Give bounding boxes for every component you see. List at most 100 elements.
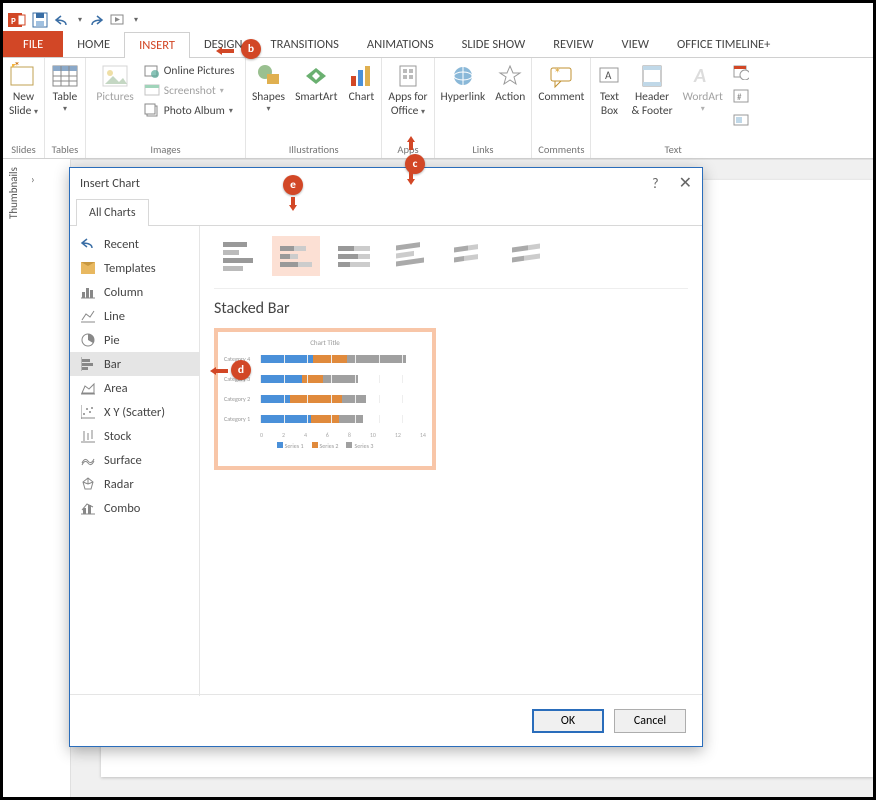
- line-icon: [80, 308, 96, 324]
- nav-radar[interactable]: Radar: [70, 472, 199, 496]
- save-icon[interactable]: [32, 12, 48, 28]
- table-label: Table: [53, 90, 78, 104]
- photo-album-label: Photo Album: [164, 104, 225, 118]
- pictures-label: Pictures: [96, 91, 133, 104]
- nav-line[interactable]: Line: [70, 304, 199, 328]
- callout-c-arrow-down: [405, 171, 417, 185]
- redo-icon[interactable]: [88, 13, 104, 27]
- tab-animations[interactable]: ANIMATIONS: [353, 31, 448, 57]
- table-button[interactable]: Table ▾: [51, 62, 79, 113]
- tab-home[interactable]: HOME: [63, 31, 124, 57]
- scatter-icon: [80, 404, 96, 420]
- subtype-100-stacked-bar[interactable]: [330, 236, 378, 276]
- tab-insert[interactable]: INSERT: [124, 32, 190, 58]
- nav-stock-label: Stock: [104, 429, 131, 444]
- subtype-3d-stacked-bar[interactable]: [446, 236, 494, 276]
- help-icon[interactable]: ?: [652, 175, 659, 192]
- powerpoint-icon: P: [8, 11, 26, 29]
- subtype-clustered-bar[interactable]: [214, 236, 262, 276]
- subtype-stacked-bar[interactable]: [272, 236, 320, 276]
- start-from-beginning-icon[interactable]: [110, 13, 128, 27]
- nav-bar[interactable]: Bar: [70, 352, 199, 376]
- surface-icon: [80, 452, 96, 468]
- svg-text:A: A: [605, 69, 612, 82]
- hyperlink-icon: [449, 62, 477, 90]
- object-icon[interactable]: [733, 112, 749, 133]
- screenshot-icon: [144, 83, 160, 99]
- smartart-label: SmartArt: [295, 91, 337, 104]
- comment-button[interactable]: ✶Comment: [538, 62, 584, 104]
- nav-templates-label: Templates: [104, 261, 156, 276]
- online-pictures-icon: [144, 63, 160, 79]
- nav-area[interactable]: Area: [70, 376, 199, 400]
- recent-icon: [80, 236, 96, 252]
- bar-icon: [80, 356, 96, 372]
- nav-stock[interactable]: Stock: [70, 424, 199, 448]
- header-footer-button[interactable]: Header& Footer: [631, 62, 672, 117]
- nav-xy[interactable]: X Y (Scatter): [70, 400, 199, 424]
- textbox-button[interactable]: ATextBox: [597, 62, 621, 117]
- hyperlink-label: Hyperlink: [441, 91, 486, 104]
- smartart-icon: [302, 62, 330, 90]
- tab-office-timeline[interactable]: OFFICE TIMELINE+: [663, 31, 784, 57]
- nav-combo[interactable]: Combo: [70, 496, 199, 520]
- quick-access-toolbar: P ▾ ▾: [3, 3, 873, 31]
- hyperlink-button[interactable]: Hyperlink: [441, 62, 486, 104]
- ribbon-tabs: FILE HOME INSERT DESIGN TRANSITIONS ANIM…: [3, 31, 873, 57]
- wordart-icon: A: [691, 62, 715, 90]
- group-illustrations-label: Illustrations: [289, 141, 339, 156]
- smartart-button[interactable]: SmartArt: [295, 62, 337, 104]
- dialog-footer: OK Cancel: [70, 694, 702, 746]
- nav-column-label: Column: [104, 285, 143, 300]
- apps-button[interactable]: Apps forOffice ▾: [388, 62, 427, 117]
- textbox-l1: Text: [600, 91, 619, 104]
- new-slide-label2: Slide: [9, 104, 31, 118]
- action-icon: [496, 62, 524, 90]
- screenshot-button[interactable]: Screenshot ▾: [144, 82, 235, 100]
- tab-slideshow[interactable]: SLIDE SHOW: [448, 31, 540, 57]
- shapes-button[interactable]: Shapes▾: [252, 62, 285, 113]
- chart-button[interactable]: Chart: [347, 62, 375, 104]
- tab-review[interactable]: REVIEW: [539, 31, 607, 57]
- thumbnails-expand-icon[interactable]: ›: [31, 173, 35, 186]
- screenshot-label: Screenshot: [164, 84, 216, 98]
- nav-recent[interactable]: Recent: [70, 232, 199, 256]
- online-pictures-label: Online Pictures: [164, 64, 235, 78]
- wordart-button[interactable]: AWordArt▾: [683, 62, 723, 113]
- apps-l1: Apps for: [388, 91, 427, 104]
- qat-customize[interactable]: ▾: [134, 15, 138, 25]
- undo-dropdown[interactable]: ▾: [78, 15, 82, 25]
- tab-file[interactable]: FILE: [3, 31, 63, 57]
- thumbnails-label: Thumbnails: [7, 167, 20, 219]
- photo-album-button[interactable]: Photo Album ▾: [144, 102, 235, 120]
- tab-all-charts[interactable]: All Charts: [76, 199, 149, 226]
- tab-transitions[interactable]: TRANSITIONS: [256, 31, 352, 57]
- nav-pie[interactable]: Pie: [70, 328, 199, 352]
- stock-icon: [80, 428, 96, 444]
- nav-column[interactable]: Column: [70, 280, 199, 304]
- slide-number-icon[interactable]: #: [733, 88, 749, 109]
- online-pictures-button[interactable]: Online Pictures: [144, 62, 235, 80]
- header-l2: & Footer: [631, 105, 672, 118]
- close-icon[interactable]: ✕: [679, 173, 692, 193]
- nav-surface[interactable]: Surface: [70, 448, 199, 472]
- action-button[interactable]: Action: [495, 62, 525, 104]
- group-tables: Table ▾ Tables: [45, 58, 86, 158]
- column-icon: [80, 284, 96, 300]
- new-slide-button[interactable]: ✶ New Slide ▾: [9, 62, 38, 117]
- pictures-icon: [101, 62, 129, 90]
- chart-preview[interactable]: Chart TitleCategory 4Category 3Category …: [214, 328, 436, 470]
- ok-button[interactable]: OK: [532, 709, 604, 733]
- subtype-3d-100-stacked-bar[interactable]: [504, 236, 552, 276]
- cancel-button[interactable]: Cancel: [614, 709, 686, 733]
- nav-templates[interactable]: Templates: [70, 256, 199, 280]
- nav-line-label: Line: [104, 309, 125, 324]
- subtype-3d-clustered-bar[interactable]: [388, 236, 436, 276]
- undo-icon[interactable]: [54, 13, 72, 27]
- callout-b-arrow: [216, 45, 234, 57]
- svg-text:P: P: [11, 16, 16, 27]
- nav-combo-label: Combo: [104, 501, 140, 516]
- pictures-button[interactable]: Pictures: [96, 62, 133, 104]
- tab-view[interactable]: VIEW: [608, 31, 663, 57]
- date-time-icon[interactable]: [733, 64, 749, 85]
